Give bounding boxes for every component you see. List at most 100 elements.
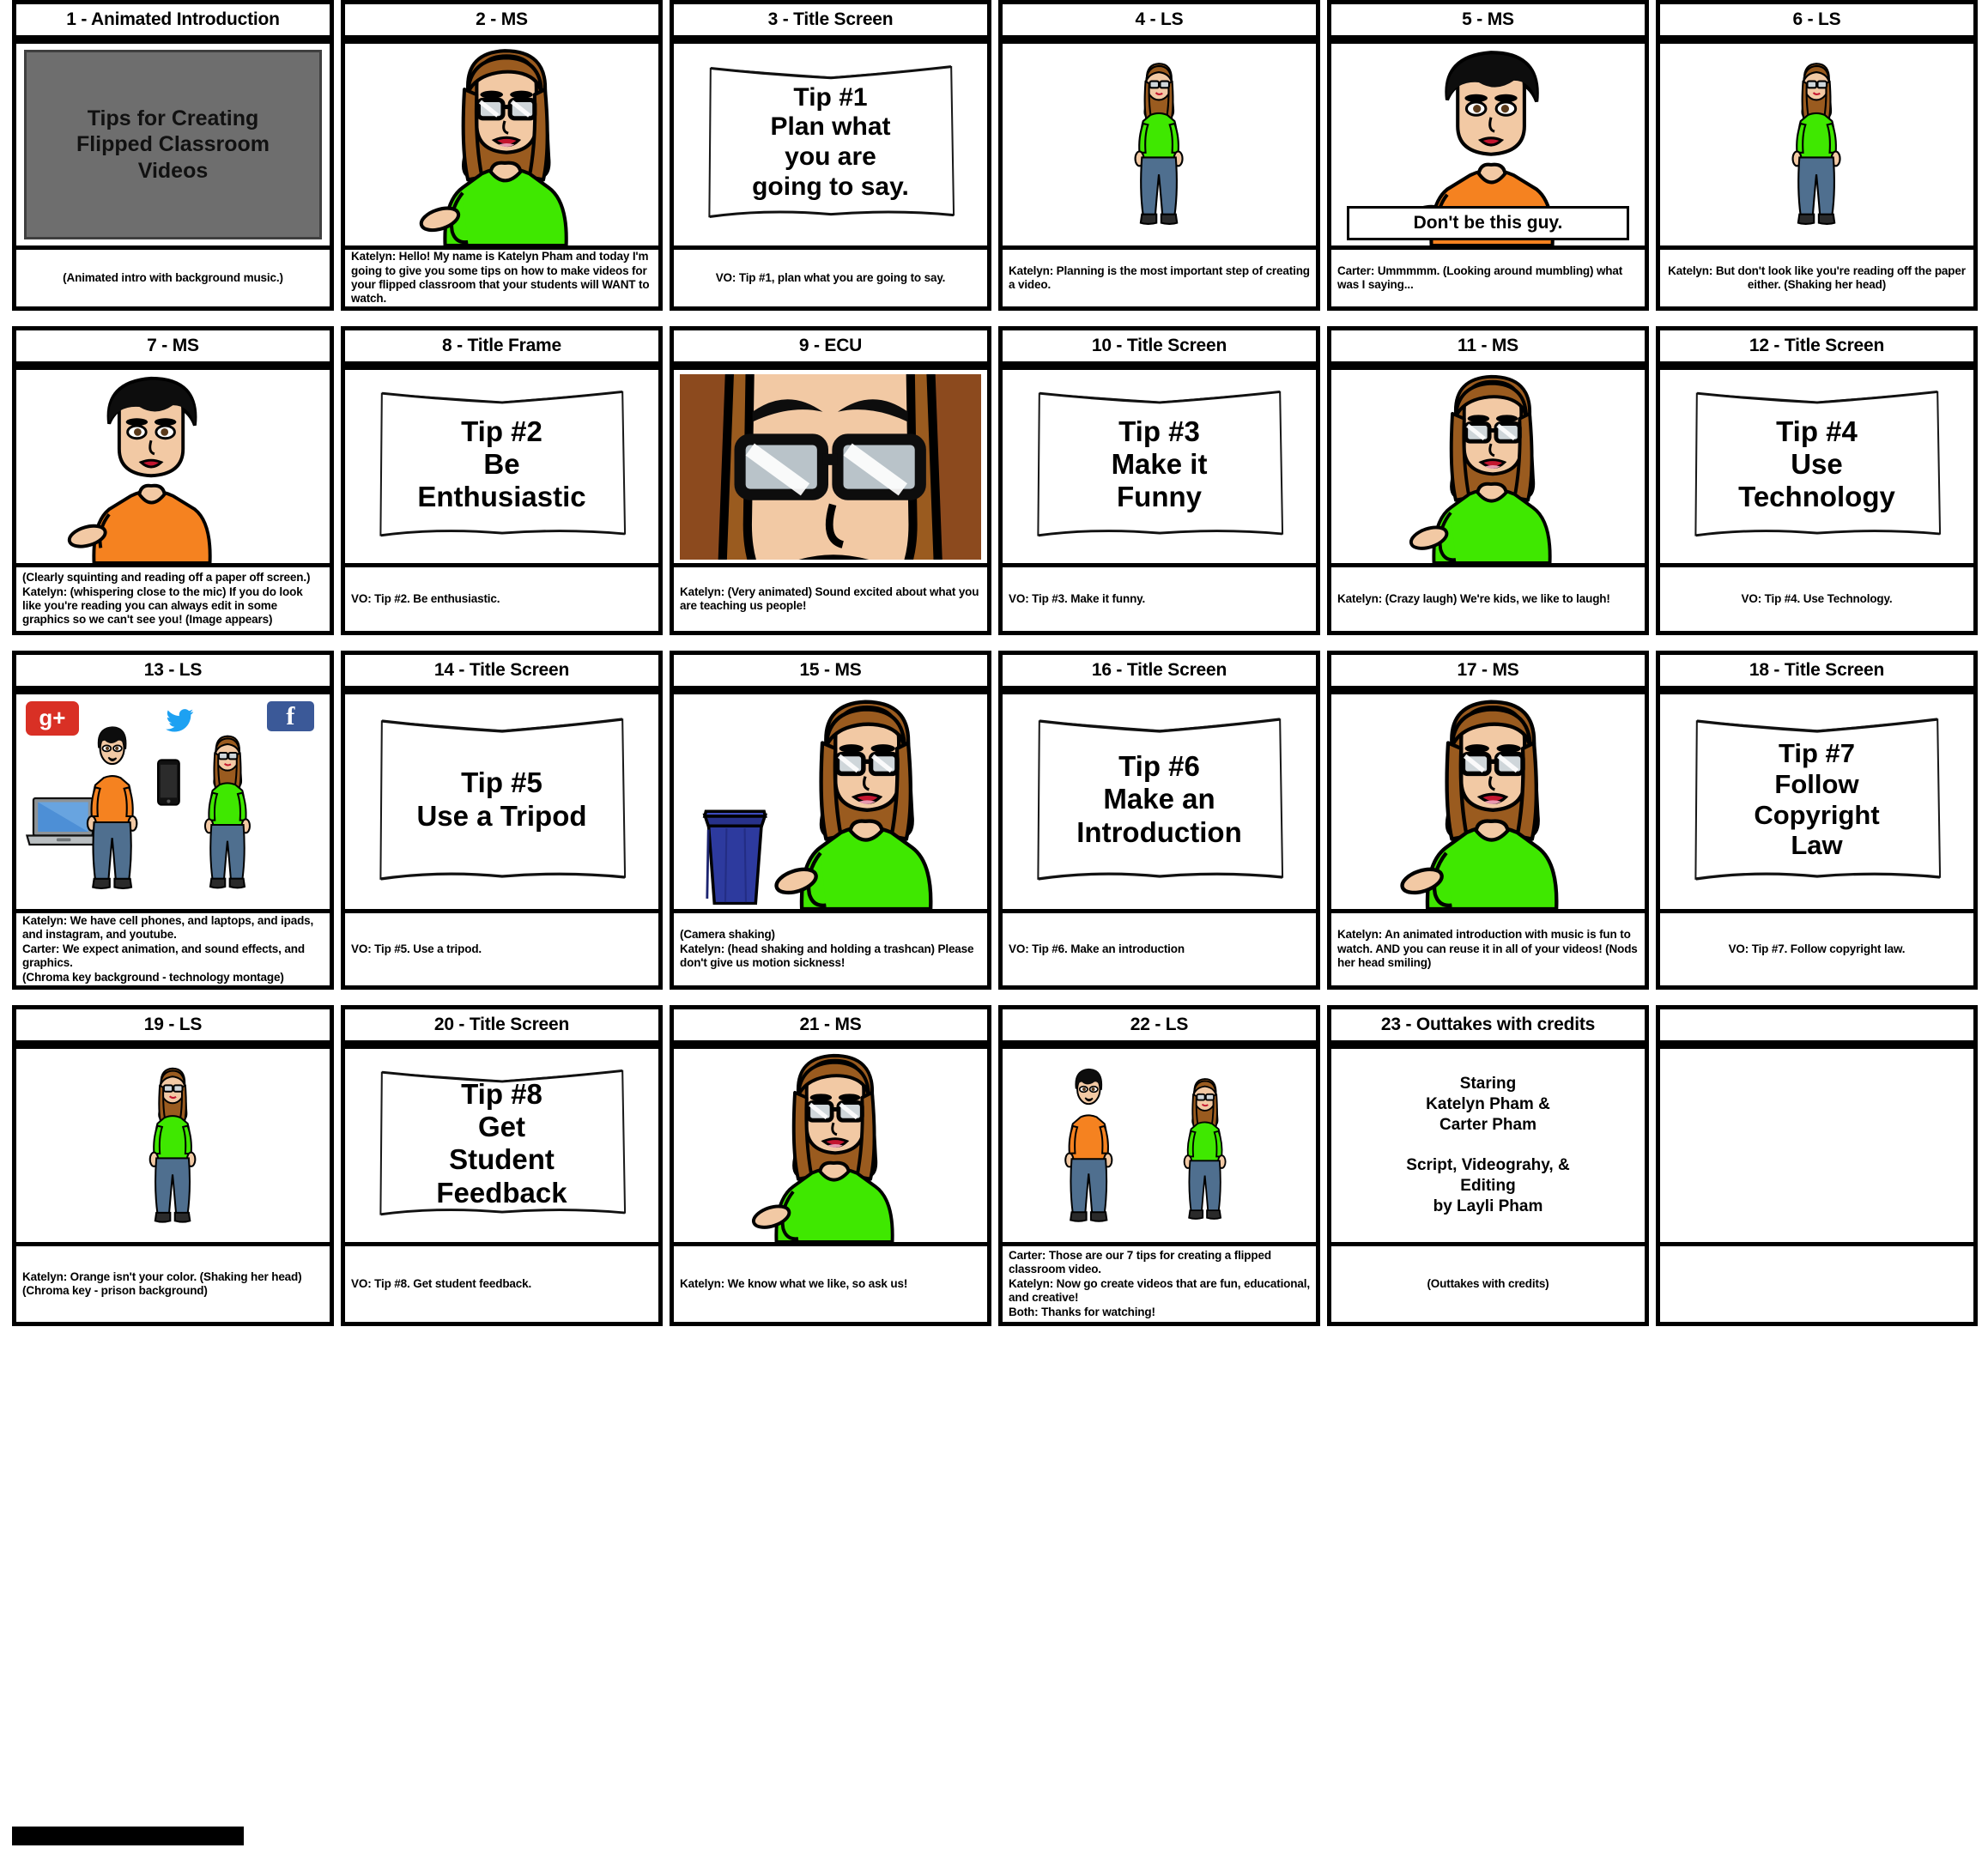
scene-header-cell[interactable]: 15 - MS bbox=[670, 651, 991, 690]
scene-header-cell[interactable]: 8 - Title Frame bbox=[341, 326, 663, 366]
scene-header-cell[interactable]: 7 - MS bbox=[12, 326, 334, 366]
scene-header-cell[interactable]: 12 - Title Screen bbox=[1656, 326, 1978, 366]
scene-header-cell[interactable] bbox=[1656, 1005, 1978, 1045]
scene-header-cell[interactable]: 2 - MS bbox=[341, 0, 663, 39]
panel-caption[interactable]: VO: Tip #4. Use Technology. bbox=[1660, 567, 1973, 631]
scene-header-cell[interactable]: 3 - Title Screen bbox=[670, 0, 991, 39]
panel-caption[interactable]: Katelyn: Planning is the most important … bbox=[1003, 250, 1316, 306]
panel-caption[interactable]: Carter: Ummmmm. (Looking around mumbling… bbox=[1331, 250, 1645, 306]
panel-artwork[interactable] bbox=[1660, 1049, 1973, 1246]
storyboard-panel[interactable]: Tip #6 Make an Introduction VO: Tip #6. Ma… bbox=[998, 690, 1320, 990]
panel-artwork[interactable] bbox=[16, 370, 330, 567]
panel-caption[interactable]: VO: Tip #6. Make an introduction bbox=[1003, 913, 1316, 985]
panel-artwork[interactable]: Tip #3 Make it Funny bbox=[1003, 370, 1316, 567]
scene-header-cell[interactable]: 13 - LS bbox=[12, 651, 334, 690]
panel-caption[interactable]: VO: Tip #5. Use a tripod. bbox=[345, 913, 658, 985]
storyboard-panel[interactable]: Tip #4 Use Technology VO: Tip #4. Use Tech… bbox=[1656, 366, 1978, 635]
storyboard-panel[interactable]: Tip #3 Make it Funny VO: Tip #3. Make it f… bbox=[998, 366, 1320, 635]
panel-caption[interactable]: VO: Tip #3. Make it funny. bbox=[1003, 567, 1316, 631]
scene-header-cell[interactable]: 9 - ECU bbox=[670, 326, 991, 366]
panel-caption[interactable]: Katelyn: We have cell phones, and laptop… bbox=[16, 913, 330, 985]
panel-caption[interactable] bbox=[1660, 1246, 1973, 1322]
storyboard-panel[interactable]: Katelyn: But don't look like you're read… bbox=[1656, 39, 1978, 311]
panel-artwork[interactable] bbox=[16, 1049, 330, 1246]
scene-header-cell[interactable]: 4 - LS bbox=[998, 0, 1320, 39]
storyboard-panel[interactable]: Katelyn: (Crazy laugh) We're kids, we li… bbox=[1327, 366, 1649, 635]
panel-artwork[interactable]: Staring Katelyn Pham & Carter Pham Scrip… bbox=[1331, 1049, 1645, 1246]
panel-caption[interactable]: (Animated intro with background music.) bbox=[16, 250, 330, 306]
panel-artwork[interactable] bbox=[674, 694, 987, 913]
panel-caption[interactable]: VO: Tip #1, plan what you are going to s… bbox=[674, 250, 987, 306]
panel-artwork[interactable] bbox=[1003, 44, 1316, 250]
panel-artwork[interactable]: Don't be this guy. bbox=[1331, 44, 1645, 250]
panel-artwork[interactable]: Tip #8 Get Student Feedback bbox=[345, 1049, 658, 1246]
storyboard-panel[interactable]: Tip #1 Plan what you are going to say. VO: … bbox=[670, 39, 991, 311]
scene-header-cell[interactable]: 17 - MS bbox=[1327, 651, 1649, 690]
scene-header-cell[interactable]: 1 - Animated Introduction bbox=[12, 0, 334, 39]
panel-caption[interactable]: Katelyn: (Very animated) Sound excited a… bbox=[674, 567, 987, 631]
scene-header-cell[interactable]: 21 - MS bbox=[670, 1005, 991, 1045]
storyboard-panel[interactable]: (Camera shaking) Katelyn: (head shaking … bbox=[670, 690, 991, 990]
panel-caption[interactable]: (Camera shaking) Katelyn: (head shaking … bbox=[674, 913, 987, 985]
panel-artwork[interactable]: Tip #4 Use Technology bbox=[1660, 370, 1973, 567]
panel-artwork[interactable] bbox=[1331, 370, 1645, 567]
panel-artwork[interactable]: Tip #5 Use a Tripod bbox=[345, 694, 658, 913]
scene-header-cell[interactable]: 16 - Title Screen bbox=[998, 651, 1320, 690]
scene-header-cell[interactable]: 22 - LS bbox=[998, 1005, 1320, 1045]
panel-artwork[interactable]: Tip #1 Plan what you are going to say. bbox=[674, 44, 987, 250]
panel-artwork[interactable]: g+ f bbox=[16, 694, 330, 913]
panel-caption[interactable]: VO: Tip #2. Be enthusiastic. bbox=[345, 567, 658, 631]
storyboard-panel[interactable]: Carter: Those are our 7 tips for creatin… bbox=[998, 1045, 1320, 1326]
panel-artwork[interactable] bbox=[1331, 694, 1645, 913]
storyboard-panel[interactable] bbox=[1656, 1045, 1978, 1326]
scene-header-cell[interactable]: 11 - MS bbox=[1327, 326, 1649, 366]
storyboard-panel[interactable]: Tip #5 Use a Tripod VO: Tip #5. Use a tri… bbox=[341, 690, 663, 990]
panel-artwork[interactable] bbox=[674, 1049, 987, 1246]
scene-panel-row: Tips for Creating Flipped Classroom Vide… bbox=[0, 39, 1988, 311]
storyboard-panel[interactable]: g+ f Katelyn: We have cell phones, and l… bbox=[12, 690, 334, 990]
scene-header-cell[interactable]: 18 - Title Screen bbox=[1656, 651, 1978, 690]
panel-caption[interactable]: Katelyn: An animated introduction with m… bbox=[1331, 913, 1645, 985]
storyboard-panel[interactable]: Katelyn: We know what we like, so ask us… bbox=[670, 1045, 991, 1326]
storyboard-panel[interactable]: Don't be this guy. Carter: Ummmmm. (Look… bbox=[1327, 39, 1649, 311]
panel-caption[interactable]: VO: Tip #7. Follow copyright law. bbox=[1660, 913, 1973, 985]
panel-artwork[interactable] bbox=[674, 370, 987, 567]
scene-header-cell[interactable]: 5 - MS bbox=[1327, 0, 1649, 39]
scene-header-cell[interactable]: 20 - Title Screen bbox=[341, 1005, 663, 1045]
panel-caption[interactable]: Katelyn: Orange isn't your color. (Shaki… bbox=[16, 1246, 330, 1322]
panel-artwork[interactable] bbox=[1003, 1049, 1316, 1246]
scene-header-cell[interactable]: 19 - LS bbox=[12, 1005, 334, 1045]
storyboard-panel[interactable]: Katelyn: (Very animated) Sound excited a… bbox=[670, 366, 991, 635]
storyboard-panel[interactable]: Tip #8 Get Student Feedback VO: Tip #8. Get… bbox=[341, 1045, 663, 1326]
panel-caption[interactable]: Katelyn: But don't look like you're read… bbox=[1660, 250, 1973, 306]
storyboard-panel[interactable]: Staring Katelyn Pham & Carter Pham Scrip… bbox=[1327, 1045, 1649, 1326]
katelyn-character bbox=[749, 694, 981, 909]
panel-caption[interactable]: (Outtakes with credits) bbox=[1331, 1246, 1645, 1322]
scene-header-cell[interactable]: 14 - Title Screen bbox=[341, 651, 663, 690]
panel-caption[interactable]: (Clearly squinting and reading off a pap… bbox=[16, 567, 330, 631]
storyboard-panel[interactable]: Katelyn: Planning is the most important … bbox=[998, 39, 1320, 311]
storyboard-panel[interactable]: Tips for Creating Flipped Classroom Vide… bbox=[12, 39, 334, 311]
storyboard-panel[interactable]: (Clearly squinting and reading off a pap… bbox=[12, 366, 334, 635]
storyboard-panel[interactable]: Tip #7 Follow Copyright Law VO: Tip #7. Fol… bbox=[1656, 690, 1978, 990]
panel-artwork[interactable]: Tips for Creating Flipped Classroom Vide… bbox=[16, 44, 330, 250]
storyboard-panel[interactable]: Tip #2 Be Enthusiastic VO: Tip #2. Be enth… bbox=[341, 366, 663, 635]
panel-caption[interactable]: Katelyn: (Crazy laugh) We're kids, we li… bbox=[1331, 567, 1645, 631]
panel-artwork[interactable]: Tip #7 Follow Copyright Law bbox=[1660, 694, 1973, 913]
storyboard-panel[interactable]: Katelyn: An animated introduction with m… bbox=[1327, 690, 1649, 990]
scene-header-label: 9 - ECU bbox=[798, 336, 863, 355]
panel-caption[interactable]: Katelyn: Hello! My name is Katelyn Pham … bbox=[345, 250, 658, 306]
scene-header-cell[interactable]: 23 - Outtakes with credits bbox=[1327, 1005, 1649, 1045]
panel-caption[interactable]: Katelyn: We know what we like, so ask us… bbox=[674, 1246, 987, 1322]
panel-artwork[interactable] bbox=[1660, 44, 1973, 250]
panel-caption[interactable]: VO: Tip #8. Get student feedback. bbox=[345, 1246, 658, 1322]
scene-header-cell[interactable]: 10 - Title Screen bbox=[998, 326, 1320, 366]
storyboard-panel[interactable]: Katelyn: Orange isn't your color. (Shaki… bbox=[12, 1045, 334, 1326]
scene-header-cell[interactable]: 6 - LS bbox=[1656, 0, 1978, 39]
panel-artwork[interactable]: Tip #6 Make an Introduction bbox=[1003, 694, 1316, 913]
panel-caption[interactable]: Carter: Those are our 7 tips for creatin… bbox=[1003, 1246, 1316, 1322]
storyboard-panel[interactable]: Katelyn: Hello! My name is Katelyn Pham … bbox=[341, 39, 663, 311]
bottom-scroll-bar[interactable] bbox=[12, 1827, 244, 1845]
panel-artwork[interactable] bbox=[345, 44, 658, 250]
panel-artwork[interactable]: Tip #2 Be Enthusiastic bbox=[345, 370, 658, 567]
